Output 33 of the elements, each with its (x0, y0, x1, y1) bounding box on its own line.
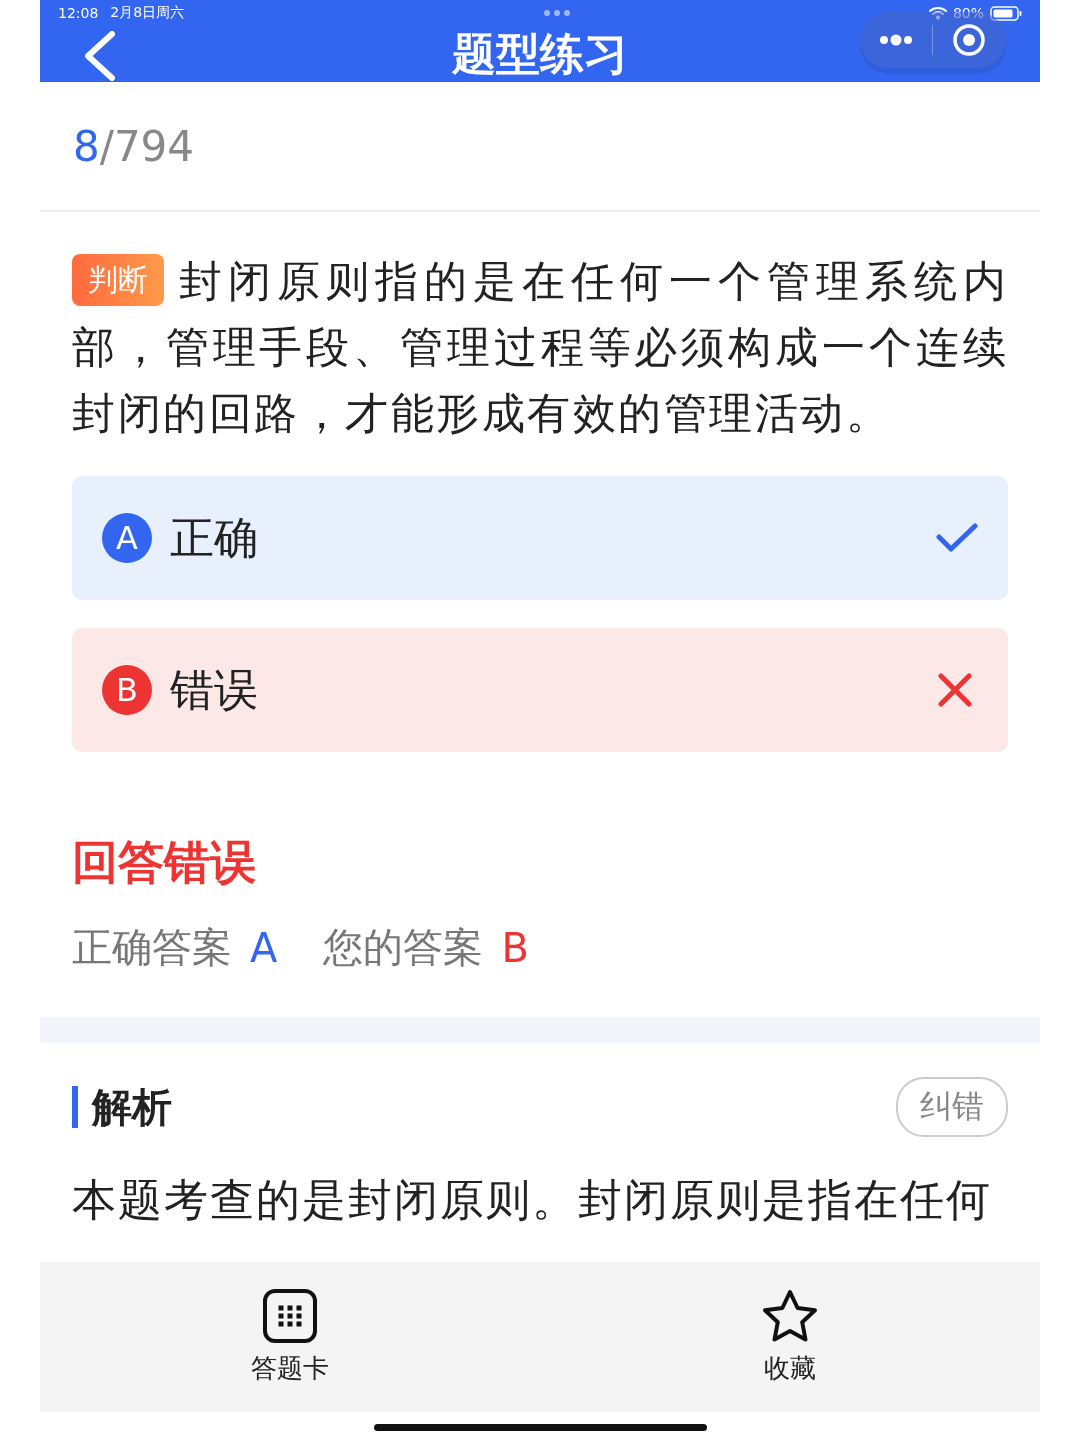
result-title: 回答错误 (72, 834, 257, 891)
status-date: 2月8日周六 (110, 4, 185, 22)
cross-icon (938, 673, 972, 707)
option-letter: A (102, 513, 152, 563)
answer-option[interactable]: B 错误 (72, 628, 1008, 752)
your-answer-value: B (501, 924, 529, 971)
battery-percent: 80% (952, 5, 984, 21)
answer-option[interactable]: A 正确 (72, 476, 1008, 600)
correct-answer-label: 正确答案 (72, 923, 232, 972)
battery-icon (990, 5, 1022, 21)
grid-icon (263, 1288, 317, 1343)
bottom-tab[interactable]: 收藏 (540, 1262, 1040, 1412)
accent-bar (72, 1086, 78, 1128)
check-icon (936, 523, 978, 553)
question-text: 判断 封闭原则指的是在任何一个管理系统内部，管理手段、管理过程等必须构成一个连续封闭的回路，才能形成有效的管理活动。 (72, 253, 1008, 440)
wifi-icon (928, 6, 947, 20)
more-dots-icon (543, 10, 570, 16)
correct-answer-value: A (250, 924, 278, 971)
current-number: 8 (73, 121, 100, 171)
total-count: /794 (99, 121, 195, 171)
option-letter: B (102, 665, 152, 715)
option-label: 正确 (170, 510, 259, 565)
option-label: 错误 (170, 662, 259, 717)
status-time: 12:08 (58, 5, 99, 21)
back-icon[interactable] (82, 30, 116, 82)
analysis-text: 本题考查的是封闭原则。封闭原则是指在任何 (71, 1173, 993, 1227)
bottom-tab[interactable]: 答题卡 (40, 1262, 540, 1412)
report-error-button[interactable]: 纠错 (896, 1077, 1008, 1137)
page-title: 题型练习 (452, 26, 628, 81)
your-answer-label: 您的答案 (323, 923, 484, 972)
star-icon (762, 1288, 818, 1343)
analysis-title: 解析 (92, 1082, 173, 1132)
question-type-tag: 判断 (72, 254, 164, 306)
